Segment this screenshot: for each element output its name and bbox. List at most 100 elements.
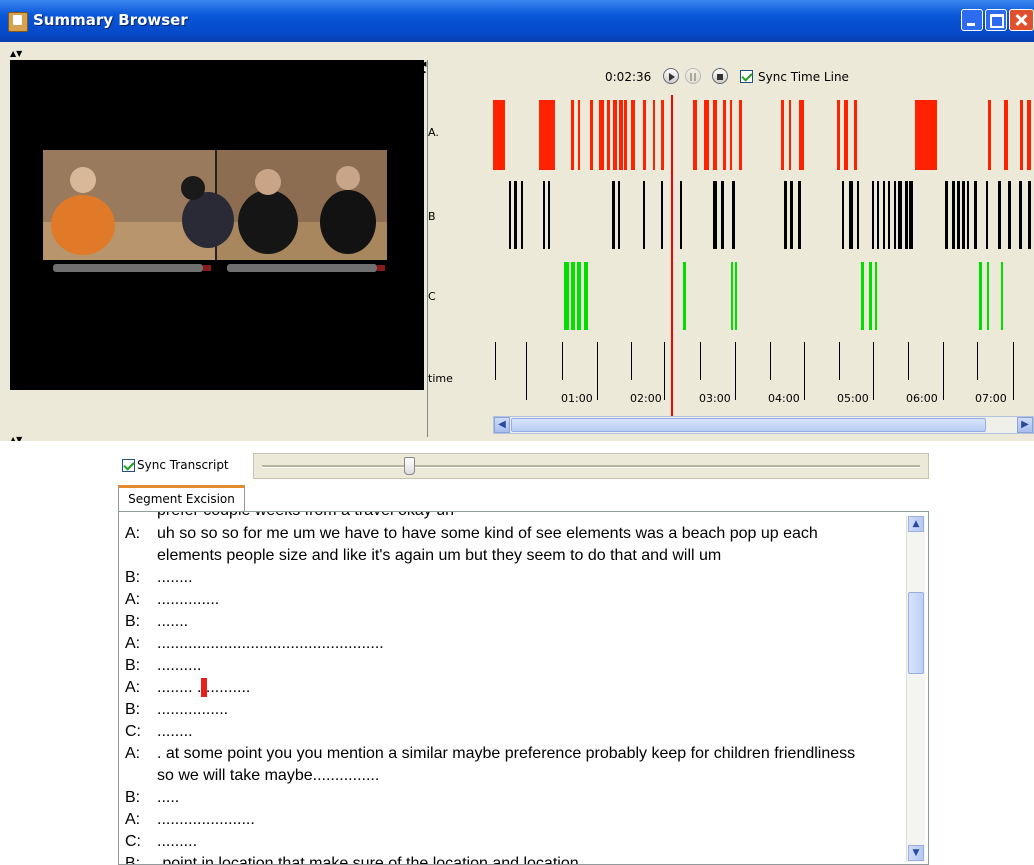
utterance-text: ...................... — [157, 811, 255, 828]
speaker-b-segment — [784, 181, 787, 249]
play-button[interactable] — [663, 68, 679, 84]
sync-timeline-checkbox[interactable] — [740, 70, 753, 83]
speaker-label: A: — [125, 811, 141, 828]
scroll-right-arrow-icon[interactable]: ▶ — [1017, 417, 1033, 433]
speaker-b-segment — [857, 181, 859, 249]
close-button[interactable] — [1009, 9, 1034, 31]
play-icon — [669, 73, 675, 81]
speaker-a-segment — [988, 100, 991, 170]
speaker-b-segment — [883, 181, 885, 249]
timeline-scroll-thumb[interactable] — [511, 418, 986, 432]
time-axis-tick — [526, 342, 527, 400]
speaker-c-segment — [564, 262, 569, 330]
transcript-scroll-thumb[interactable] — [908, 592, 924, 674]
utterance-text: so we will take maybe............... — [157, 767, 380, 784]
speaker-b-segment — [962, 181, 965, 249]
speaker-b-segment — [1028, 181, 1031, 249]
utterance-text: ........................................… — [157, 635, 384, 652]
transcript-slider[interactable] — [253, 453, 929, 479]
speaker-a-segment — [723, 100, 726, 170]
time-tick-label: 01:00 — [561, 392, 593, 405]
utterance-text: ..... — [157, 789, 180, 806]
speaker-label: C: — [125, 723, 141, 740]
speaker-a-segment — [693, 100, 697, 170]
speaker-label: B: — [125, 657, 141, 674]
time-axis-tick — [700, 342, 701, 380]
speaker-label: B: — [125, 701, 141, 718]
time-axis-tick — [804, 342, 805, 400]
player-controls: 0:02:36 Sync Time Line — [428, 60, 1034, 94]
speaker-a-segment — [854, 100, 857, 170]
speaker-c-segment — [861, 262, 864, 330]
slider-thumb[interactable] — [404, 457, 415, 475]
speaker-a-segment — [539, 100, 555, 170]
speaker-b-segment — [877, 181, 879, 249]
speaker-c-segment — [584, 262, 588, 330]
utterance-text: ......... — [157, 833, 198, 850]
time-axis-tick — [495, 342, 496, 380]
speaker-b-segment — [849, 181, 853, 249]
speaker-a-segment — [844, 100, 848, 170]
maximize-button[interactable] — [985, 9, 1007, 31]
speaker-b-segment — [661, 181, 663, 249]
speaker-b-segment — [986, 181, 988, 249]
speaker-label: B: — [125, 613, 141, 630]
speaker-b-segment — [974, 181, 977, 249]
timeline-background — [493, 95, 1034, 417]
meeting-video-frame — [43, 150, 387, 274]
transcript-text-area[interactable]: prefer couple weeks from a travel okay u… — [118, 511, 929, 865]
speaker-b-segment — [905, 181, 908, 249]
utterance-text: .............. — [157, 591, 220, 608]
utterance-text: ........ — [157, 569, 193, 586]
speaker-a-segment — [789, 100, 791, 170]
slider-track — [262, 465, 920, 468]
speaker-label: A: — [125, 591, 141, 608]
speaker-label: B: — [125, 569, 141, 586]
scroll-left-arrow-icon[interactable]: ◀ — [494, 417, 510, 433]
title-bar: Summary Browser — [0, 0, 1034, 42]
speaker-b-segment — [945, 181, 948, 249]
top-split-arrows[interactable]: ▲▼ — [10, 50, 22, 58]
transcript-vertical-scrollbar[interactable]: ▲ ▼ — [906, 516, 925, 862]
timeline-horizontal-scrollbar[interactable]: ◀ ▶ — [493, 416, 1034, 434]
speaker-c-segment — [869, 262, 872, 330]
utterance-text: elements people size and like it's again… — [157, 547, 722, 564]
speaker-c-segment — [571, 262, 575, 330]
tab-segment-excision[interactable]: Segment Excision — [118, 485, 245, 512]
stop-button[interactable] — [712, 68, 728, 84]
speaker-a-segment — [643, 100, 646, 170]
speaker-a-segment — [571, 100, 574, 170]
speaker-b-segment — [957, 181, 960, 249]
speaker-a-segment — [599, 100, 604, 170]
playhead-line — [671, 95, 673, 417]
speaker-a-segment — [661, 100, 664, 170]
utterance-text: B: ... point in location that make sure … — [125, 855, 579, 865]
speaker-label: A: — [125, 635, 141, 652]
speaker-a-segment — [493, 100, 505, 170]
speaker-label: A: — [125, 525, 141, 542]
time-axis-tick — [664, 342, 665, 400]
transcript-position-marker — [201, 678, 207, 697]
speaker-a-segment — [1027, 100, 1031, 170]
time-axis-tick — [597, 342, 598, 400]
speaker-timeline[interactable]: 01:00 02:00 03:00 04:00 05:00 06:00 07:00 — [493, 95, 1034, 417]
scroll-up-arrow-icon[interactable]: ▲ — [908, 516, 924, 532]
minimize-button[interactable] — [961, 9, 983, 31]
speaker-b-segment — [521, 181, 523, 249]
speaker-b-segment — [543, 181, 545, 249]
time-tick-label: 07:00 — [975, 392, 1007, 405]
time-axis-tick — [839, 342, 840, 380]
time-tick-label: 02:00 — [630, 392, 662, 405]
speaker-a-segment — [631, 100, 635, 170]
speaker-a-segment — [739, 100, 742, 170]
speaker-a-segment — [730, 100, 732, 170]
speaker-b-segment — [509, 181, 511, 249]
sync-transcript-checkbox[interactable] — [122, 459, 135, 472]
speaker-c-segment — [683, 262, 686, 330]
utterance-text: ........ — [157, 723, 193, 740]
speaker-label: A: — [125, 679, 141, 696]
speaker-b-segment — [790, 181, 793, 249]
speaker-b-segment — [514, 181, 517, 249]
scroll-down-arrow-icon[interactable]: ▼ — [908, 845, 924, 861]
pause-button[interactable] — [685, 68, 701, 84]
